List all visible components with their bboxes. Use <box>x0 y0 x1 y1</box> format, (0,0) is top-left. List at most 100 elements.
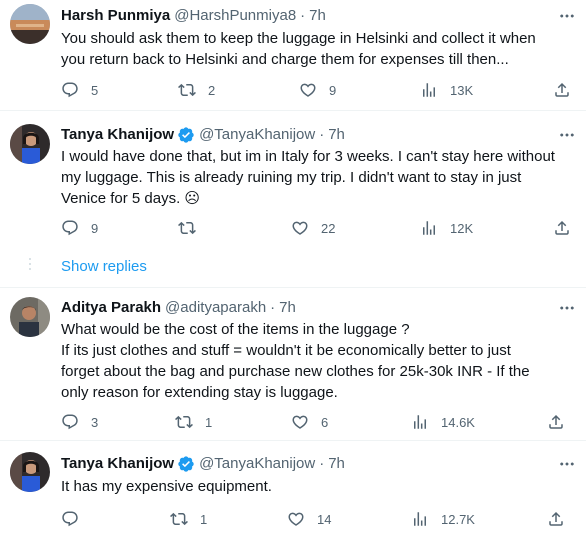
avatar[interactable] <box>10 4 50 44</box>
avatar-image <box>10 297 50 337</box>
show-replies-link[interactable]: Show replies <box>61 257 147 277</box>
action-bar: 9 22 12K <box>61 218 574 238</box>
tweet-text-line: only reason for extending stay is luggag… <box>61 384 338 401</box>
more-icon[interactable] <box>558 455 576 473</box>
share-button[interactable] <box>553 80 571 100</box>
like-count: 6 <box>321 414 329 430</box>
heart-icon <box>287 510 305 528</box>
views-button[interactable]: 12K <box>420 218 473 238</box>
like-button[interactable]: 9 <box>299 80 336 100</box>
retweet-button[interactable] <box>178 218 208 238</box>
retweet-icon <box>178 81 196 99</box>
reply-count: 9 <box>91 220 99 236</box>
tweet[interactable]: Aditya Parakh @adityaparakh · 7h What wo… <box>0 288 586 440</box>
reply-count: 5 <box>91 82 99 98</box>
avatar-image <box>10 452 50 492</box>
author-handle[interactable]: @adityaparakh <box>165 298 266 318</box>
avatar-image <box>10 124 50 164</box>
retweet-button[interactable]: 1 <box>175 412 212 432</box>
tweet-text: I would have done that, but im in Italy … <box>61 146 574 209</box>
views-icon <box>411 510 429 528</box>
heart-icon <box>299 81 317 99</box>
like-button[interactable]: 14 <box>287 509 331 529</box>
tweet-text-line: my luggage. This is already ruining my t… <box>61 169 522 186</box>
more-icon[interactable] <box>558 7 576 25</box>
views-button[interactable]: 12.7K <box>411 509 475 529</box>
views-count: 13K <box>450 82 474 98</box>
action-bar: 1 14 12.7K <box>61 509 574 529</box>
views-icon <box>411 413 429 431</box>
separator-dot: · <box>270 299 276 316</box>
views-button[interactable]: 13K <box>420 80 473 100</box>
share-button[interactable] <box>547 509 565 529</box>
more-icon[interactable] <box>558 126 576 144</box>
heart-icon <box>291 413 309 431</box>
avatar[interactable] <box>10 297 50 337</box>
retweet-button[interactable]: 2 <box>178 80 215 100</box>
thread-dots <box>29 258 31 273</box>
reply-icon <box>61 510 79 528</box>
action-bar: 5 2 9 13K <box>61 80 574 100</box>
author-handle[interactable]: @TanyaKhanijow <box>199 454 315 474</box>
author-name[interactable]: Tanya Khanijow <box>61 125 174 145</box>
more-icon[interactable] <box>558 299 576 317</box>
reply-button[interactable]: 9 <box>61 218 98 238</box>
views-icon <box>420 219 438 237</box>
like-count: 14 <box>317 511 332 527</box>
timestamp[interactable]: 7h <box>328 454 345 474</box>
tweet[interactable]: Tanya Khanijow @TanyaKhanijow · 7h I wou… <box>0 111 586 251</box>
verified-badge-icon <box>177 455 195 473</box>
reply-icon <box>61 413 79 431</box>
separator-dot: · <box>319 455 325 472</box>
tweet-text-line: Venice for 5 days. ☹ <box>61 190 201 207</box>
like-count: 9 <box>329 82 337 98</box>
reply-icon <box>61 219 79 237</box>
author-name[interactable]: Harsh Punmiya <box>61 6 170 26</box>
tweet[interactable]: Harsh Punmiya @HarshPunmiya8 · 7h You sh… <box>0 0 586 110</box>
tweet-header: Aditya Parakh @adityaparakh · 7h <box>61 298 562 318</box>
tweet-header: Tanya Khanijow @TanyaKhanijow · 7h <box>61 454 562 474</box>
timestamp[interactable]: 7h <box>328 125 345 145</box>
tweet-text-line: forget about the bag and purchase new cl… <box>61 363 530 380</box>
tweet-text-line: If its just clothes and stuff = wouldn't… <box>61 342 511 359</box>
views-count: 12.7K <box>441 511 475 527</box>
tweet-text: What would be the cost of the items in t… <box>61 319 574 403</box>
share-button[interactable] <box>553 218 571 238</box>
retweet-button[interactable]: 1 <box>170 509 207 529</box>
retweet-count: 1 <box>200 511 208 527</box>
like-button[interactable]: 22 <box>291 218 335 238</box>
reply-button[interactable] <box>61 509 91 529</box>
views-button[interactable]: 14.6K <box>411 412 475 432</box>
timestamp[interactable]: 7h <box>309 6 326 26</box>
tweet-text-line: you return back to Helsinki and charge t… <box>61 51 509 68</box>
author-handle[interactable]: @TanyaKhanijow <box>199 125 315 145</box>
reply-button[interactable]: 5 <box>61 80 98 100</box>
tweet-text-line: It has my expensive equipment. <box>61 478 272 495</box>
author-name[interactable]: Aditya Parakh <box>61 298 161 318</box>
tweet-text: It has my expensive equipment. <box>61 476 574 497</box>
retweet-count: 1 <box>205 414 213 430</box>
author-handle[interactable]: @HarshPunmiya8 <box>174 6 296 26</box>
heart-icon <box>291 219 309 237</box>
verified-badge-icon <box>177 126 195 144</box>
action-bar: 3 1 6 14.6K <box>61 412 574 432</box>
share-icon <box>547 510 565 528</box>
author-name[interactable]: Tanya Khanijow <box>61 454 174 474</box>
tweet-text-line: I would have done that, but im in Italy … <box>61 148 555 165</box>
like-button[interactable]: 6 <box>291 412 328 432</box>
views-count: 14.6K <box>441 414 475 430</box>
tweet-header: Harsh Punmiya @HarshPunmiya8 · 7h <box>61 6 562 26</box>
tweet-text-line: What would be the cost of the items in t… <box>61 321 410 338</box>
share-icon <box>547 413 565 431</box>
views-count: 12K <box>450 220 474 236</box>
retweet-icon <box>170 510 188 528</box>
share-button[interactable] <box>547 412 565 432</box>
timestamp[interactable]: 7h <box>279 298 296 318</box>
tweet[interactable]: Tanya Khanijow @TanyaKhanijow · 7h It ha… <box>0 441 586 540</box>
reply-button[interactable]: 3 <box>61 412 98 432</box>
retweet-count: 2 <box>208 82 216 98</box>
reply-count: 3 <box>91 414 99 430</box>
views-icon <box>420 81 438 99</box>
avatar[interactable] <box>10 452 50 492</box>
avatar[interactable] <box>10 124 50 164</box>
